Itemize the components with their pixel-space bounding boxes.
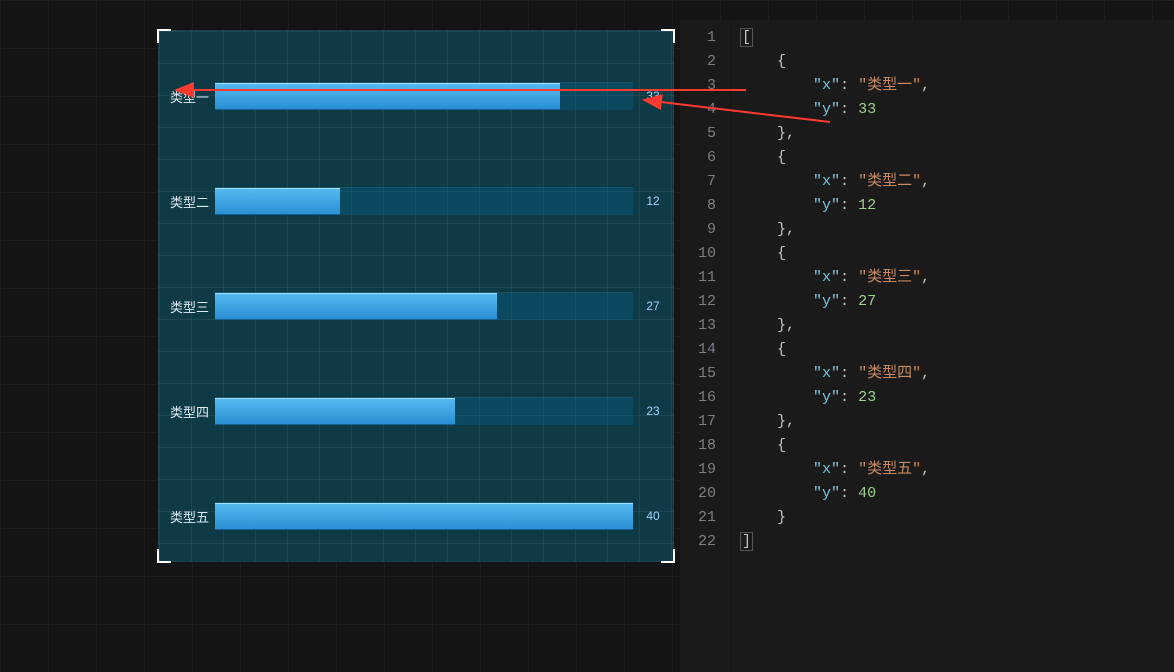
bar-fill	[215, 83, 560, 110]
code-line[interactable]: }	[741, 506, 930, 530]
code-line[interactable]: "y": 23	[741, 386, 930, 410]
code-line[interactable]: {	[741, 242, 930, 266]
bar-row: 类型三 27	[159, 291, 673, 321]
bar-fill	[215, 503, 633, 530]
code-line[interactable]: "x": "类型四",	[741, 362, 930, 386]
code-line[interactable]: },	[741, 122, 930, 146]
line-number: 5	[698, 122, 716, 146]
bar-value: 27	[633, 299, 673, 313]
bars-area: 类型一 33 类型二 12 类型三 27 类型四 23 类型五 40	[159, 81, 673, 531]
code-line[interactable]: "x": "类型一",	[741, 74, 930, 98]
code-line[interactable]: },	[741, 410, 930, 434]
bar-value: 40	[633, 509, 673, 523]
code-line[interactable]: },	[741, 218, 930, 242]
code-line[interactable]: [	[741, 26, 930, 50]
line-number: 8	[698, 194, 716, 218]
bar-chart-widget[interactable]: 类型一 33 类型二 12 类型三 27 类型四 23 类型五 40	[158, 30, 674, 562]
bar-track	[215, 292, 633, 320]
code-line[interactable]: "y": 12	[741, 194, 930, 218]
bar-track	[215, 82, 633, 110]
code-line[interactable]: {	[741, 50, 930, 74]
line-number: 19	[698, 458, 716, 482]
selection-corner	[157, 549, 171, 563]
selection-corner	[661, 549, 675, 563]
bar-label: 类型四	[159, 402, 209, 421]
line-number: 15	[698, 362, 716, 386]
bar-value: 12	[633, 194, 673, 208]
line-number: 10	[698, 242, 716, 266]
code-line[interactable]: {	[741, 338, 930, 362]
selection-corner	[157, 29, 171, 43]
bar-value: 33	[633, 89, 673, 103]
line-number: 11	[698, 266, 716, 290]
bar-fill	[215, 293, 497, 320]
bar-label: 类型二	[159, 192, 209, 211]
line-number: 21	[698, 506, 716, 530]
code-line[interactable]: "y": 27	[741, 290, 930, 314]
editor-gutter: 12345678910111213141516171819202122	[680, 20, 731, 672]
line-number: 12	[698, 290, 716, 314]
line-number: 22	[698, 530, 716, 554]
selection-corner	[661, 29, 675, 43]
line-number: 18	[698, 434, 716, 458]
code-line[interactable]: ]	[741, 530, 930, 554]
code-line[interactable]: "x": "类型三",	[741, 266, 930, 290]
bar-label: 类型一	[159, 87, 209, 106]
line-number: 17	[698, 410, 716, 434]
bar-row: 类型一 33	[159, 81, 673, 111]
code-line[interactable]: },	[741, 314, 930, 338]
line-number: 1	[698, 26, 716, 50]
line-number: 7	[698, 170, 716, 194]
code-line[interactable]: "y": 40	[741, 482, 930, 506]
code-line[interactable]: "x": "类型五",	[741, 458, 930, 482]
line-number: 14	[698, 338, 716, 362]
line-number: 4	[698, 98, 716, 122]
bar-track	[215, 187, 633, 215]
bar-row: 类型四 23	[159, 396, 673, 426]
code-line[interactable]: "x": "类型二",	[741, 170, 930, 194]
code-line[interactable]: {	[741, 434, 930, 458]
bar-track	[215, 397, 633, 425]
bar-value: 23	[633, 404, 673, 418]
line-number: 2	[698, 50, 716, 74]
code-line[interactable]: "y": 33	[741, 98, 930, 122]
line-number: 6	[698, 146, 716, 170]
line-number: 20	[698, 482, 716, 506]
json-data-editor[interactable]: 12345678910111213141516171819202122 [ { …	[680, 20, 1174, 672]
line-number: 3	[698, 74, 716, 98]
bar-fill	[215, 188, 340, 215]
bar-label: 类型五	[159, 507, 209, 526]
bar-fill	[215, 398, 455, 425]
bar-row: 类型五 40	[159, 501, 673, 531]
code-line[interactable]: {	[741, 146, 930, 170]
bar-track	[215, 502, 633, 530]
line-number: 16	[698, 386, 716, 410]
line-number: 13	[698, 314, 716, 338]
line-number: 9	[698, 218, 716, 242]
bar-row: 类型二 12	[159, 186, 673, 216]
editor-code[interactable]: [ { "x": "类型一", "y": 33 }, { "x": "类型二",…	[731, 20, 930, 672]
bar-label: 类型三	[159, 297, 209, 316]
